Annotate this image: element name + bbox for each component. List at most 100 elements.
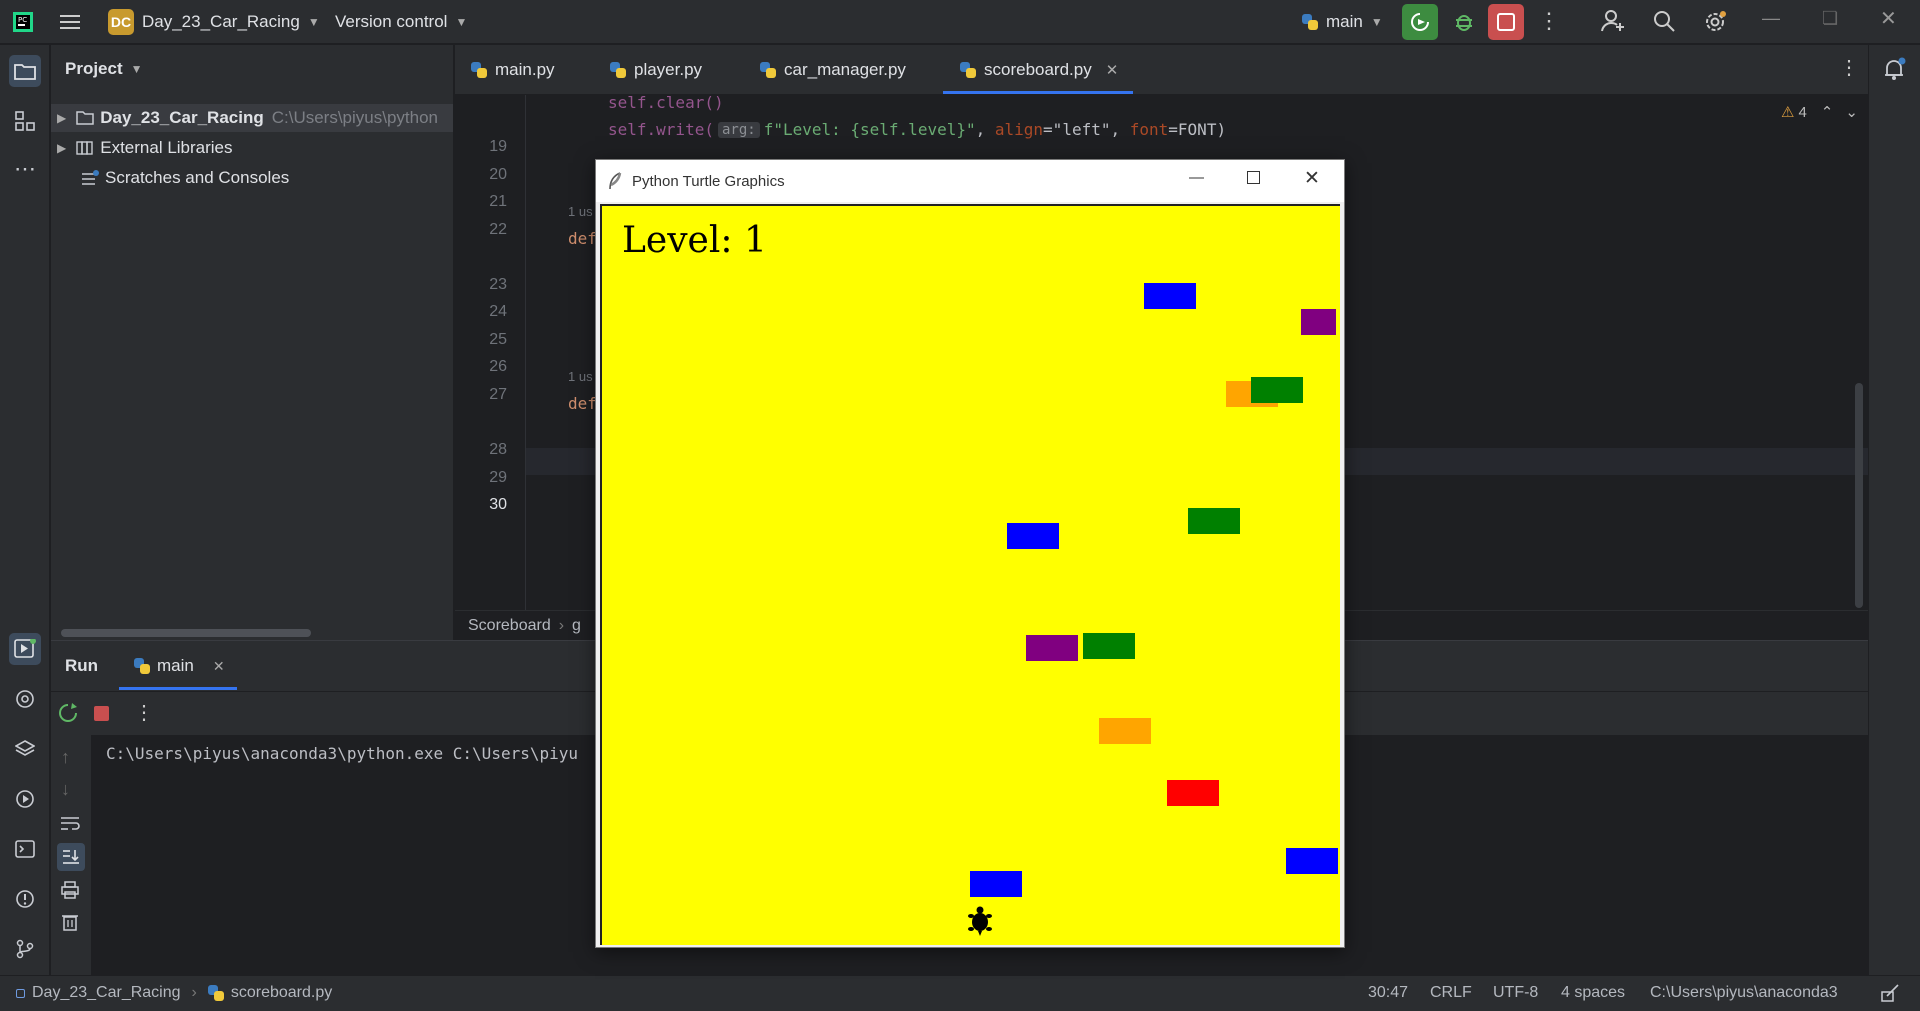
- code-def[interactable]: def: [568, 229, 597, 248]
- tab-options-icon[interactable]: ⋮: [1839, 55, 1859, 80]
- inspection-widget[interactable]: ⚠ 4 ⌃ ⌄: [1781, 103, 1858, 122]
- tab-label: main.py: [495, 60, 555, 79]
- chevron-up-icon[interactable]: ⌃: [1821, 103, 1834, 121]
- project-badge: DC: [108, 9, 134, 35]
- tab-label: player.py: [634, 60, 703, 79]
- terminal-icon[interactable]: [9, 833, 41, 865]
- branch-switcher[interactable]: main ▼: [1302, 0, 1383, 44]
- close-window-icon[interactable]: ✕: [1880, 6, 1897, 31]
- code-line-19[interactable]: self.clear(): [608, 93, 724, 112]
- module-icon: [16, 988, 25, 998]
- soft-wrap-icon[interactable]: [60, 815, 80, 836]
- rerun-button[interactable]: [1402, 4, 1438, 40]
- problems-icon[interactable]: [9, 883, 41, 915]
- bug-icon: [1456, 15, 1472, 31]
- tree-label: Scratches and Consoles: [105, 168, 290, 187]
- interpreter-path[interactable]: C:\Users\piyus\anaconda3: [1650, 984, 1838, 1002]
- run-config-label: main: [157, 656, 194, 675]
- turtle-canvas[interactable]: Level: 1: [600, 204, 1340, 945]
- print-icon[interactable]: [61, 881, 79, 904]
- structure-icon[interactable]: [9, 105, 41, 137]
- file-encoding[interactable]: UTF-8: [1493, 984, 1538, 1002]
- tree-item-scratches[interactable]: Scratches and Consoles: [51, 164, 453, 192]
- line-number: 28: [489, 441, 507, 458]
- scroll-up-icon[interactable]: ↑: [61, 747, 70, 768]
- tree-item-root[interactable]: ▶ Day_23_Car_Racing C:\Users\piyus\pytho…: [51, 104, 453, 132]
- scroll-down-icon[interactable]: ↓: [61, 779, 70, 800]
- status-breadcrumb: Day_23_Car_Racing › scoreboard.py: [16, 984, 332, 1002]
- tab-scoreboard-py[interactable]: scoreboard.py ✕: [960, 45, 1118, 95]
- services-icon[interactable]: [9, 783, 41, 815]
- pycharm-logo-icon: PC: [12, 0, 34, 44]
- editor-tabs: main.py player.py car_manager.py scorebo…: [455, 45, 1868, 95]
- main-menu-icon[interactable]: [60, 0, 82, 44]
- car: [1007, 523, 1059, 549]
- notifications-bell-icon[interactable]: [1883, 57, 1907, 86]
- minimize-window-icon[interactable]: —: [1762, 8, 1780, 29]
- add-user-icon[interactable]: [1600, 8, 1626, 39]
- turtle-graphics-window: Python Turtle Graphics — ✕ Level: 1: [595, 159, 1345, 948]
- settings-gear-icon[interactable]: [1702, 9, 1728, 40]
- tab-car-manager-py[interactable]: car_manager.py: [760, 45, 906, 95]
- console-output[interactable]: C:\Users\piyus\anaconda3\python.exe C:\U…: [106, 744, 578, 763]
- code-fstring: f"Level: {self.level}": [763, 120, 976, 139]
- code-line-20[interactable]: self.write(arg: f"Level: {self.level}", a…: [608, 120, 1226, 139]
- rerun-icon[interactable]: [57, 702, 79, 729]
- maximize-window-icon[interactable]: [1247, 171, 1260, 184]
- line-separator[interactable]: CRLF: [1430, 984, 1472, 1002]
- tab-player-py[interactable]: player.py: [610, 45, 702, 95]
- tree-root-label: Day_23_Car_Racing: [100, 108, 264, 127]
- project-switcher[interactable]: DC Day_23_Car_Racing ▼: [108, 0, 320, 44]
- git-icon[interactable]: [9, 933, 41, 965]
- stop-icon[interactable]: [94, 706, 109, 721]
- folder-icon: [76, 111, 94, 125]
- run-tool-icon[interactable]: [9, 633, 41, 665]
- run-tab-title[interactable]: Run: [65, 656, 98, 676]
- usage-hint[interactable]: 1 us: [568, 369, 593, 384]
- indent-setting[interactable]: 4 spaces: [1561, 984, 1625, 1002]
- lock-edit-icon[interactable]: [1881, 984, 1899, 1007]
- code-def[interactable]: def: [568, 394, 597, 413]
- restore-window-icon[interactable]: ❏: [1822, 8, 1838, 29]
- chevron-right-icon: ▶: [57, 141, 67, 155]
- chevron-down-icon[interactable]: ⌄: [1845, 103, 1858, 121]
- chevron-down-icon: ▼: [455, 15, 468, 29]
- turtle-window-titlebar[interactable]: Python Turtle Graphics — ✕: [596, 160, 1344, 202]
- scroll-to-end-icon[interactable]: [57, 843, 85, 871]
- python-console-icon[interactable]: [9, 683, 41, 715]
- layers-icon[interactable]: [9, 733, 41, 765]
- usage-hint[interactable]: 1 us: [568, 204, 593, 219]
- close-tab-icon[interactable]: ✕: [213, 658, 225, 675]
- status-crumb-project[interactable]: Day_23_Car_Racing: [32, 984, 181, 1002]
- breadcrumb-method[interactable]: g: [572, 617, 581, 635]
- minimize-window-icon[interactable]: —: [1189, 169, 1204, 186]
- code-text: ="left",: [1043, 120, 1130, 139]
- more-tools-icon[interactable]: ⋯: [9, 153, 41, 185]
- project-name: Day_23_Car_Racing: [142, 12, 300, 31]
- breadcrumb-class[interactable]: Scoreboard: [468, 617, 551, 635]
- search-icon[interactable]: [1652, 9, 1676, 38]
- project-panel-header[interactable]: Project ▼: [65, 59, 143, 79]
- turtle-player-icon: [968, 906, 992, 936]
- debug-button[interactable]: [1446, 4, 1482, 40]
- title-bar: PC DC Day_23_Car_Racing ▼ Version contro…: [0, 0, 1920, 44]
- run-side-toolbar: ↑ ↓: [51, 735, 91, 976]
- gutter-divider: [525, 95, 526, 655]
- more-options-icon[interactable]: ⋮: [134, 700, 154, 725]
- caret-position[interactable]: 30:47: [1368, 984, 1408, 1002]
- run-config-tab[interactable]: main ✕: [134, 656, 225, 676]
- close-tab-icon[interactable]: ✕: [1106, 61, 1119, 79]
- tree-item-external-libraries[interactable]: ▶ External Libraries: [51, 134, 453, 162]
- stop-button[interactable]: [1488, 4, 1524, 40]
- status-crumb-file[interactable]: scoreboard.py: [231, 984, 332, 1002]
- close-window-icon[interactable]: ✕: [1304, 167, 1320, 190]
- project-folder-icon[interactable]: [9, 55, 41, 87]
- more-actions-icon[interactable]: ⋮: [1538, 8, 1560, 36]
- vcs-menu[interactable]: Version control ▼: [335, 0, 467, 44]
- tab-main-py[interactable]: main.py: [471, 45, 555, 95]
- vertical-scrollbar[interactable]: [1855, 383, 1863, 608]
- python-file-icon: [471, 62, 487, 78]
- horizontal-scrollbar[interactable]: [61, 629, 311, 637]
- breadcrumb-separator-icon: ›: [558, 616, 565, 634]
- trash-icon[interactable]: [62, 913, 78, 936]
